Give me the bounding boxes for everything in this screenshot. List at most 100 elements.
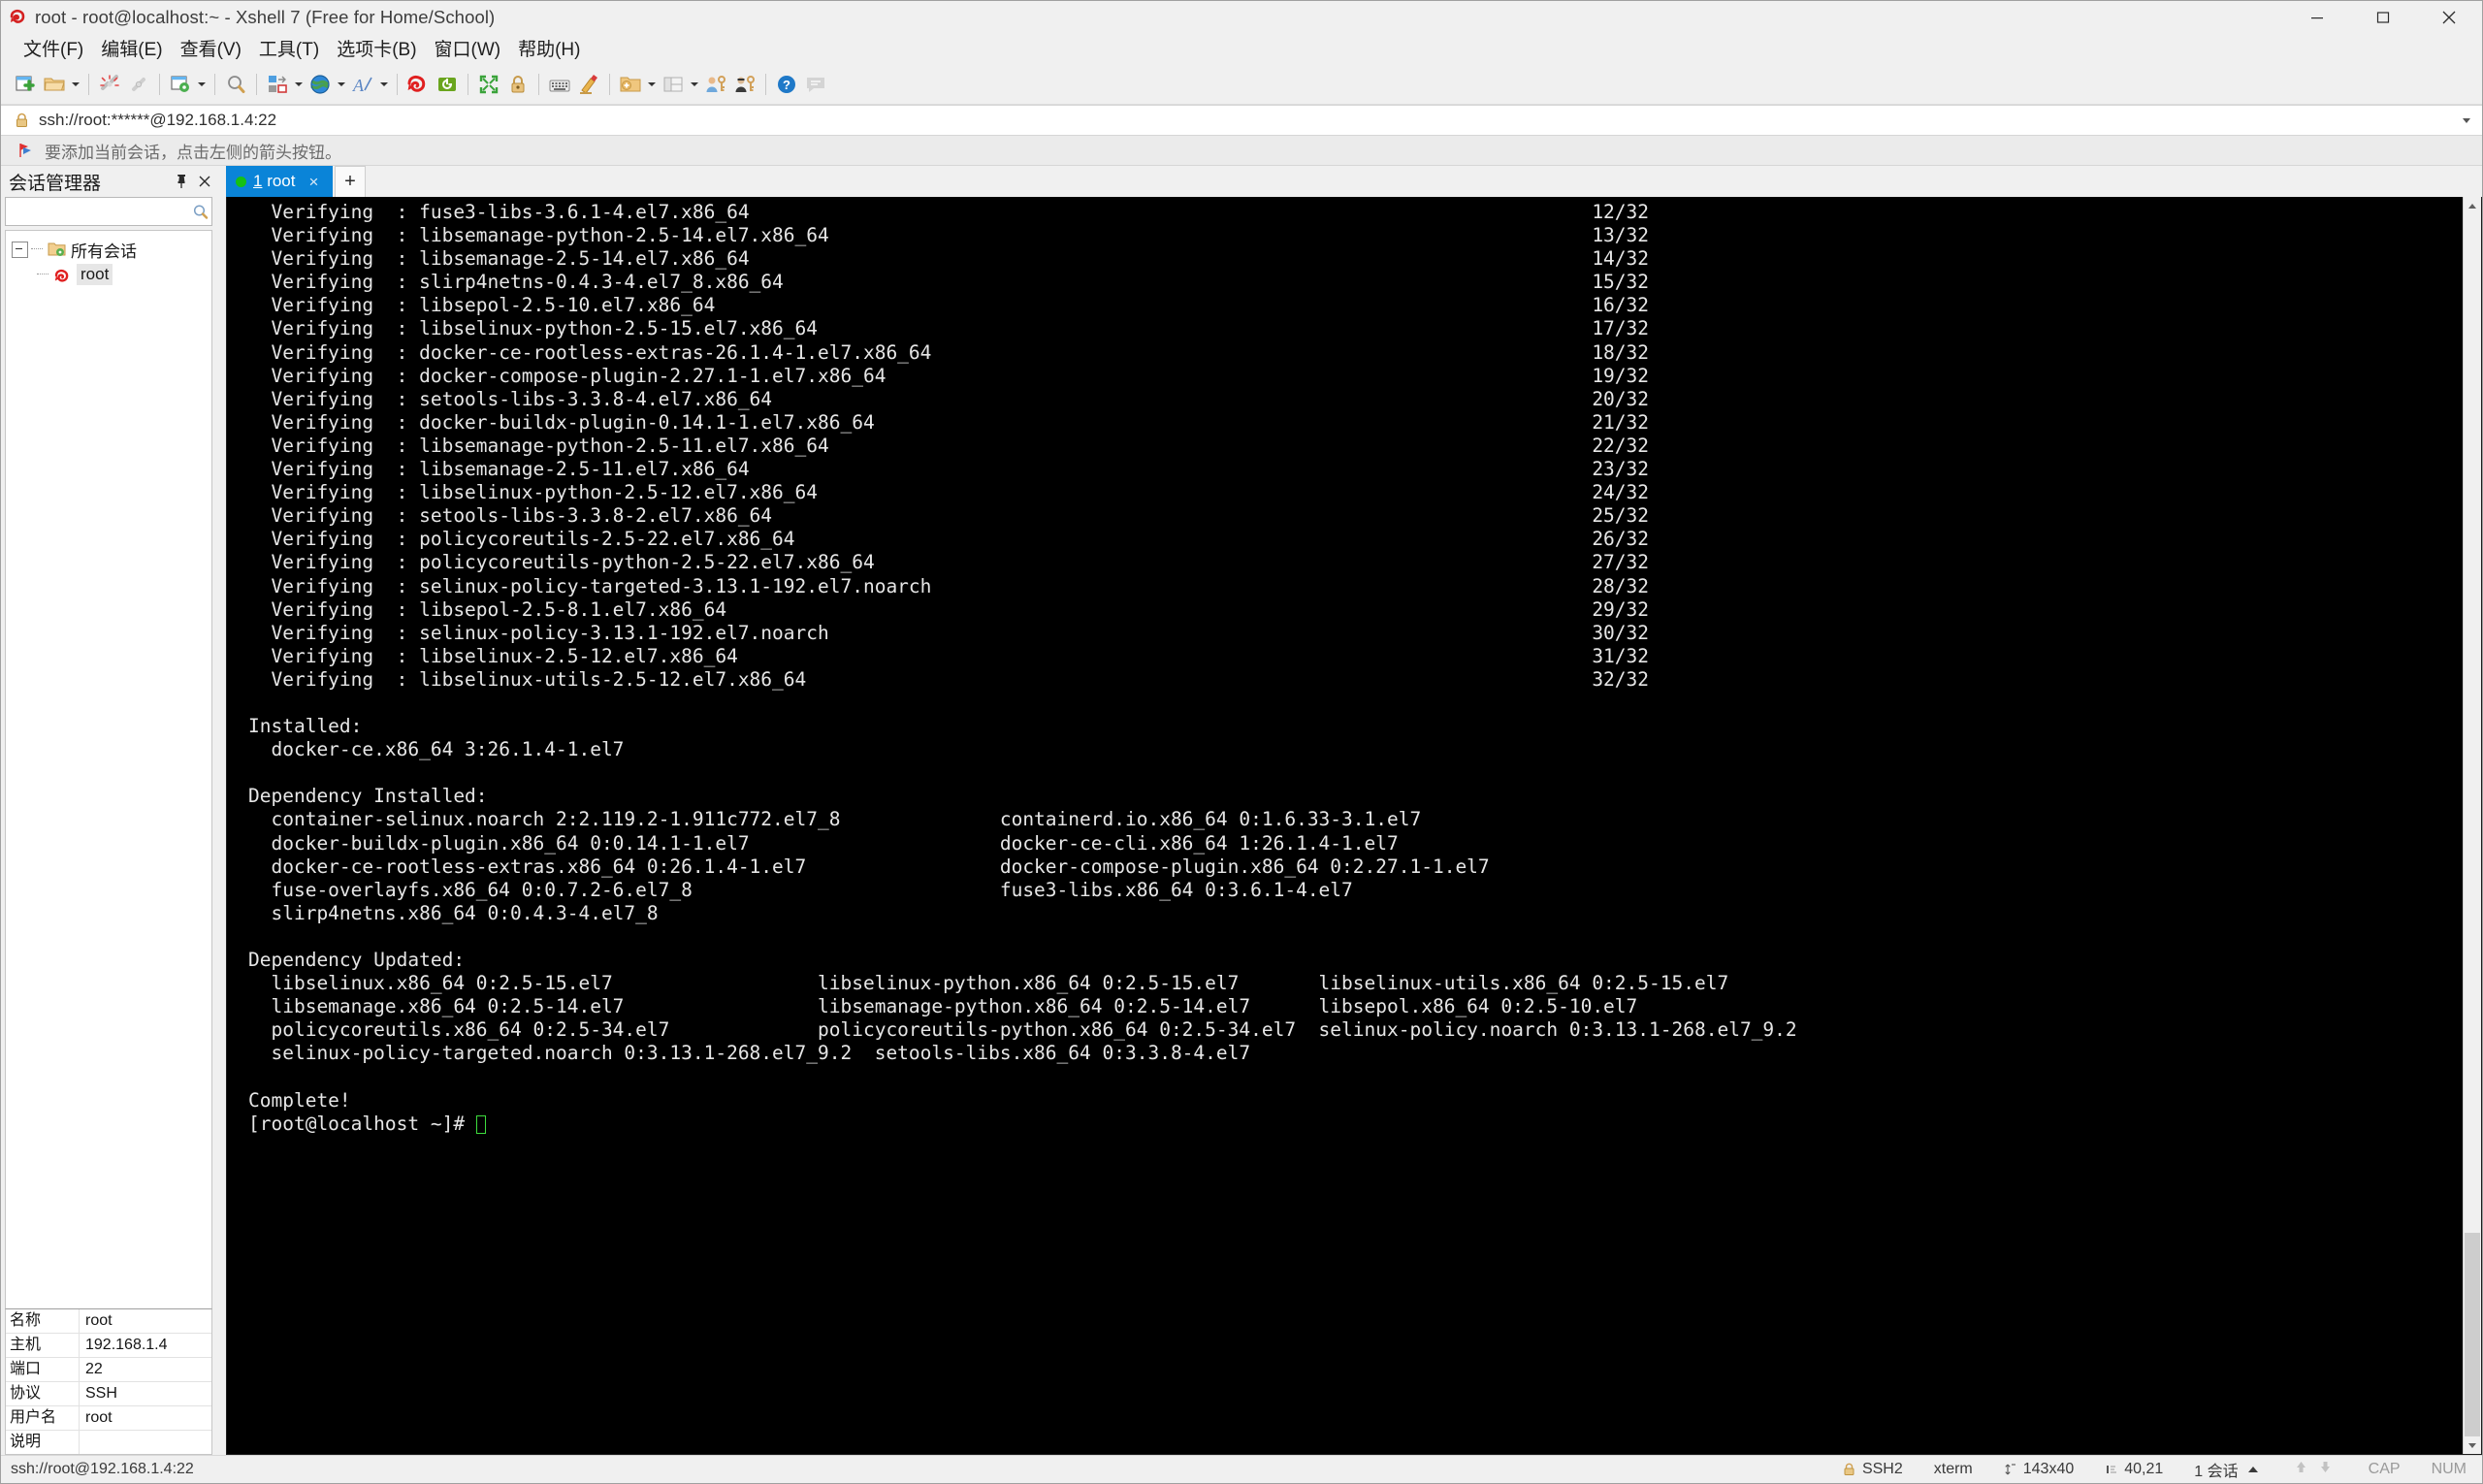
tree-node-all-sessions[interactable]: 所有会话 xyxy=(6,237,211,262)
session-properties-dropdown-icon[interactable] xyxy=(195,70,209,99)
terminal-line: Verifying : docker-ce-rootless-extras-26… xyxy=(248,340,1650,364)
terminal-scrollbar[interactable] xyxy=(2463,197,2481,1454)
status-termtype: xterm xyxy=(1919,1461,1988,1478)
pin-icon[interactable] xyxy=(170,169,193,194)
session-manager-panel: 会话管理器 所有会话 root 名称 root 主机 192.168.1.4 端… xyxy=(1,166,216,1455)
toolbar-separator xyxy=(159,74,160,95)
maximize-button[interactable] xyxy=(2350,1,2416,34)
layout-icon[interactable] xyxy=(263,70,292,99)
tree-connector xyxy=(31,248,43,250)
new-session-icon[interactable] xyxy=(11,70,40,99)
disconnect-icon[interactable] xyxy=(95,70,124,99)
help-icon[interactable]: ? xyxy=(772,70,801,99)
new-tab-button[interactable]: + xyxy=(335,166,366,197)
toolbar: A ? xyxy=(1,65,2482,105)
globe-encoding-dropdown-icon[interactable] xyxy=(335,70,348,99)
layout-dropdown-icon[interactable] xyxy=(292,70,306,99)
fullscreen-icon[interactable] xyxy=(474,70,503,99)
xshell-icon[interactable] xyxy=(403,70,433,99)
new-folder-dropdown-icon[interactable] xyxy=(645,70,659,99)
user-key-icon[interactable] xyxy=(701,70,730,99)
tree-node-root[interactable]: root xyxy=(6,262,211,287)
globe-encoding-icon[interactable] xyxy=(306,70,335,99)
status-bar: ssh://root@192.168.1.4:22 SSH2 xterm 143… xyxy=(1,1455,2482,1483)
arrow-down-icon xyxy=(2319,1460,2332,1479)
close-button[interactable] xyxy=(2416,1,2482,34)
svg-text:A: A xyxy=(352,76,365,95)
close-icon[interactable] xyxy=(193,169,216,194)
find-icon[interactable] xyxy=(221,70,250,99)
session-properties-table: 名称 root 主机 192.168.1.4 端口 22 协议 SSH 用户名 xyxy=(5,1308,212,1455)
address-url: ssh://root:******@192.168.1.4:22 xyxy=(39,111,277,129)
open-folder-dropdown-icon[interactable] xyxy=(69,70,82,99)
tab-close-icon[interactable]: × xyxy=(309,174,319,190)
terminal-wrapper: Verifying : fuse3-libs-3.6.1-4.el7.x86_6… xyxy=(226,197,2482,1455)
terminal-line: Dependency Installed: xyxy=(248,785,488,808)
menu-tools[interactable]: 工具(T) xyxy=(250,36,328,65)
menu-view[interactable]: 查看(V) xyxy=(172,36,250,65)
session-properties-icon[interactable] xyxy=(166,70,195,99)
terminal-prompt: [root@localhost ~]# xyxy=(248,1112,476,1135)
terminal-line: Verifying : docker-buildx-plugin-0.14.1-… xyxy=(248,410,1650,434)
property-value: root xyxy=(85,1409,113,1426)
search-input[interactable] xyxy=(6,203,190,220)
status-sessions[interactable]: 1 会话 xyxy=(2178,1458,2273,1481)
panes-icon[interactable] xyxy=(659,70,688,99)
property-key: 端口 xyxy=(6,1358,80,1381)
menu-tabs[interactable]: 选项卡(B) xyxy=(328,36,425,65)
chevron-up-icon[interactable] xyxy=(2247,1467,2258,1472)
terminal-line: Verifying : libsepol-2.5-10.el7.x86_64 1… xyxy=(248,294,1650,317)
scroll-up-icon[interactable] xyxy=(2464,197,2481,214)
xshell-window: root - root@localhost:~ - Xshell 7 (Free… xyxy=(0,0,2483,1484)
terminal-line: fuse-overlayfs.x86_64 0:0.7.2-6.el7_8 fu… xyxy=(248,878,1353,901)
expander-icon[interactable] xyxy=(12,241,28,258)
terminal-line: Verifying : libsemanage-python-2.5-14.el… xyxy=(248,224,1650,247)
status-caps: CAP xyxy=(2368,1461,2401,1477)
lock-icon[interactable] xyxy=(503,70,532,99)
tab-root[interactable]: 1 root × xyxy=(226,166,333,197)
tab-status-dot-icon xyxy=(236,176,246,187)
tab-name: root xyxy=(262,172,296,190)
terminal-line: Verifying : policycoreutils-python-2.5-2… xyxy=(248,551,1650,574)
session-manager-title: 会话管理器 xyxy=(9,173,102,194)
status-num: NUM xyxy=(2431,1461,2467,1477)
lock-icon xyxy=(15,113,29,128)
chevron-down-icon[interactable] xyxy=(2455,107,2478,134)
terminal-line: Verifying : libsepol-2.5-8.1.el7.x86_64 … xyxy=(248,597,1650,621)
terminal-output[interactable]: Verifying : fuse3-libs-3.6.1-4.el7.x86_6… xyxy=(227,197,2463,1454)
scroll-down-icon[interactable] xyxy=(2464,1436,2481,1454)
search-icon[interactable] xyxy=(190,204,211,220)
menu-edit[interactable]: 编辑(E) xyxy=(92,36,171,65)
highlight-icon[interactable] xyxy=(574,70,603,99)
toolbar-separator xyxy=(397,74,398,95)
scroll-track[interactable] xyxy=(2464,214,2481,1436)
session-tree[interactable]: 所有会话 root xyxy=(5,230,212,1308)
terminal-line: Verifying : docker-compose-plugin-2.27.1… xyxy=(248,364,1650,387)
minimize-button[interactable] xyxy=(2284,1,2350,34)
svg-text:?: ? xyxy=(783,78,790,92)
admin-key-icon[interactable] xyxy=(730,70,759,99)
font-icon[interactable]: A xyxy=(348,70,377,99)
session-search-box[interactable] xyxy=(5,197,212,226)
menu-window[interactable]: 窗口(W) xyxy=(426,36,510,65)
scroll-thumb[interactable] xyxy=(2465,1233,2480,1436)
property-key: 用户名 xyxy=(6,1406,80,1430)
tree-label: root xyxy=(77,264,113,285)
terminal-line: Verifying : policycoreutils-2.5-22.el7.x… xyxy=(248,528,1650,551)
address-bar[interactable]: ssh://root:******@192.168.1.4:22 xyxy=(1,105,2482,136)
feedback-icon[interactable] xyxy=(801,70,830,99)
font-dropdown-icon[interactable] xyxy=(377,70,391,99)
xftp-icon[interactable] xyxy=(433,70,462,99)
terminal-line: Verifying : libselinux-utils-2.5-12.el7.… xyxy=(248,667,1650,691)
terminal-prompt-line: [root@localhost ~]# xyxy=(248,1113,2463,1136)
reconnect-icon[interactable] xyxy=(124,70,153,99)
panes-dropdown-icon[interactable] xyxy=(688,70,701,99)
menu-help[interactable]: 帮助(H) xyxy=(509,36,589,65)
new-folder-icon[interactable] xyxy=(616,70,645,99)
red-flag-icon xyxy=(18,143,35,158)
terminal-line: libsemanage.x86_64 0:2.5-14.el7 libseman… xyxy=(248,995,1638,1018)
keyboard-icon[interactable] xyxy=(545,70,574,99)
open-folder-icon[interactable] xyxy=(40,70,69,99)
menu-file[interactable]: 文件(F) xyxy=(15,36,92,65)
